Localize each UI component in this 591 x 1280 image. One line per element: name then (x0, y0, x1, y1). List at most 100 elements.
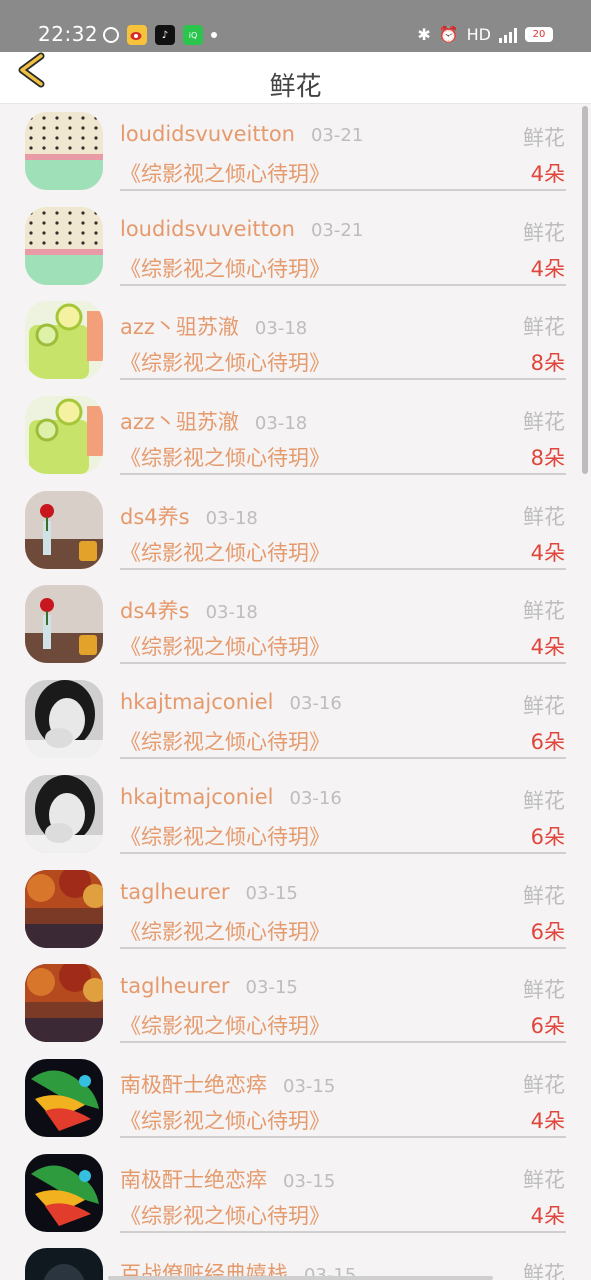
avatar[interactable] (25, 112, 103, 190)
bottom-scroll-indicator (108, 1276, 493, 1280)
avatar[interactable] (25, 869, 103, 948)
avatar[interactable] (25, 585, 103, 664)
row-divider (120, 1041, 566, 1044)
gift-date: 03-15 (245, 882, 298, 904)
avatar[interactable] (25, 680, 103, 759)
list-item[interactable]: azz丶驵苏澈 03-18 鲜花 《综影视之倾心待玥》 8朵 (0, 293, 591, 388)
book-title[interactable]: 《综影视之倾心待玥》 (120, 158, 330, 188)
list-item[interactable]: ds4养s 03-18 鲜花《综影视之倾心待玥》 4朵 (0, 577, 591, 672)
row-divider (120, 378, 566, 381)
gift-date: 03-16 (289, 693, 342, 715)
user-name[interactable]: hkajtmajconiel 03-16 (120, 785, 342, 809)
user-name-text: azz丶驵苏澈 (120, 410, 239, 435)
user-name[interactable]: hkajtmajconiel 03-16 (120, 690, 342, 714)
user-name[interactable]: ds4养s 03-18 (120, 501, 258, 531)
user-name[interactable]: 南极酐士绝恋瘁 03-15 (120, 1069, 335, 1099)
book-title[interactable]: 《综影视之倾心待玥》 (120, 916, 330, 946)
flower-count: 8朵 (530, 446, 565, 471)
user-name-text: 南极酐士绝恋瘁 (120, 1167, 267, 1192)
signal-icon (499, 27, 517, 43)
user-name[interactable]: taglheurer 03-15 (120, 974, 298, 998)
gift-type: 鲜花 (523, 1167, 565, 1192)
status-time: 22:32 (38, 22, 99, 46)
gift-type: 鲜花 (523, 1072, 565, 1097)
list-item[interactable]: taglheurer 03-15 鲜花 《综影视之倾心待玥》 6朵 (0, 956, 591, 1051)
iqiyi-icon: iQ (183, 25, 203, 45)
avatar[interactable] (25, 964, 103, 1043)
alarm-icon: ⏰ (438, 25, 459, 44)
avatar[interactable] (25, 396, 103, 475)
list-item[interactable]: loudidsvuveitton 03-21 鲜花 《综影视之倾心待玥》 4朵 (0, 199, 591, 294)
book-title[interactable]: 《综影视之倾心待玥》 (120, 821, 330, 851)
gift-type: 鲜花 (523, 410, 565, 435)
network-label: HD (466, 25, 491, 44)
avatar[interactable] (25, 206, 103, 285)
gift-type: 鲜花 (523, 883, 565, 908)
book-title[interactable]: 《综影视之倾心待玥》 (120, 442, 330, 472)
row-divider (120, 946, 566, 949)
book-title[interactable]: 《综影视之倾心待玥》 (120, 1105, 330, 1135)
list-item[interactable]: hkajtmajconiel 03-16 鲜花《综影视之倾心待玥》 6朵 (0, 767, 591, 862)
netease-music-icon (103, 27, 119, 43)
gift-date: 03-21 (310, 219, 364, 241)
row-divider (120, 1230, 566, 1233)
book-title[interactable]: 《综影视之倾心待玥》 (120, 537, 330, 567)
list-item[interactable]: taglheurer 03-15 鲜花《综影视之倾心待玥》 6朵 (0, 862, 591, 957)
book-title[interactable]: 《综影视之倾心待玥》 (120, 1200, 330, 1230)
user-name[interactable]: azz丶驵苏澈 03-18 (120, 311, 307, 341)
avatar[interactable] (25, 301, 103, 380)
list-item[interactable]: 南极酐士绝恋瘁 03-15 鲜花《综影视之倾心待玥》 4朵 (0, 1051, 591, 1146)
gift-date: 03-15 (283, 1075, 336, 1097)
list-item[interactable]: 百战僚赃经典嬉栈 03-15 鲜花 (0, 1240, 591, 1280)
flower-count: 6朵 (530, 730, 565, 755)
user-name-text: hkajtmajconiel (120, 690, 274, 715)
list-item[interactable]: loudidsvuveitton 03-21 鲜花 《综影视之倾心待玥》 4朵 (0, 104, 591, 199)
list-item[interactable]: ds4养s 03-18 鲜花 《综影视之倾心待玥》 4朵 (0, 483, 591, 578)
gift-type: 鲜花 (523, 788, 565, 813)
gift-type: 鲜花 (523, 599, 565, 624)
flower-count: 6朵 (530, 824, 565, 849)
gift-type: 鲜花 (523, 1262, 565, 1280)
avatar[interactable] (25, 1058, 103, 1137)
user-name[interactable]: taglheurer 03-15 (120, 880, 298, 904)
title-bar: 鲜花 (0, 52, 591, 104)
book-title[interactable]: 《综影视之倾心待玥》 (120, 631, 330, 661)
scrollbar[interactable] (582, 106, 588, 474)
user-name[interactable]: 南极酐士绝恋瘁 03-15 (120, 1164, 335, 1194)
user-name[interactable]: ds4养s 03-18 (120, 595, 258, 625)
user-name-text: taglheurer (120, 974, 230, 999)
list-item[interactable]: azz丶驵苏澈 03-18 鲜花《综影视之倾心待玥》 8朵 (0, 388, 591, 483)
user-name[interactable]: loudidsvuveitton 03-21 (120, 122, 363, 146)
gift-date: 03-21 (310, 125, 364, 146)
gift-type: 鲜花 (523, 315, 565, 340)
book-title[interactable]: 《综影视之倾心待玥》 (120, 253, 330, 283)
user-name[interactable]: azz丶驵苏澈 03-18 (120, 406, 307, 436)
avatar[interactable] (25, 1153, 103, 1232)
list-item[interactable]: hkajtmajconiel 03-16 鲜花 《综影视之倾心待玥》 6朵 (0, 672, 591, 767)
row-divider (120, 662, 566, 665)
gift-date: 03-18 (254, 413, 308, 435)
user-name-text: loudidsvuveitton (120, 216, 295, 241)
user-name-text: azz丶驵苏澈 (120, 315, 239, 340)
flower-count: 6朵 (530, 919, 565, 944)
flower-count: 4朵 (530, 162, 565, 186)
row-divider (120, 757, 566, 760)
user-name[interactable]: loudidsvuveitton 03-21 (120, 217, 363, 241)
book-title[interactable]: 《综影视之倾心待玥》 (120, 1010, 330, 1040)
flower-count: 4朵 (530, 1108, 565, 1133)
status-bar: 22:32 ♪ iQ ✱ ⏰ HD 20 (0, 0, 591, 52)
flower-count: 4朵 (530, 256, 565, 281)
list-item[interactable]: 南极酐士绝恋瘁 03-15 鲜花 《综影视之倾心待玥》 4朵 (0, 1146, 591, 1241)
book-title[interactable]: 《综影视之倾心待玥》 (120, 347, 330, 377)
avatar[interactable] (25, 1248, 103, 1280)
gift-date: 03-16 (289, 787, 342, 809)
gift-type: 鲜花 (523, 978, 565, 1003)
book-title[interactable]: 《综影视之倾心待玥》 (120, 726, 330, 756)
gift-list[interactable]: loudidsvuveitton 03-21 鲜花 《综影视之倾心待玥》 4朵 loudi… (0, 104, 591, 1280)
row-divider (120, 1135, 566, 1138)
avatar[interactable] (25, 490, 103, 569)
avatar[interactable] (25, 774, 103, 853)
user-name-text: ds4养s (120, 504, 190, 529)
status-app-icons: ♪ iQ (103, 25, 217, 45)
flower-count: 4朵 (530, 635, 565, 660)
